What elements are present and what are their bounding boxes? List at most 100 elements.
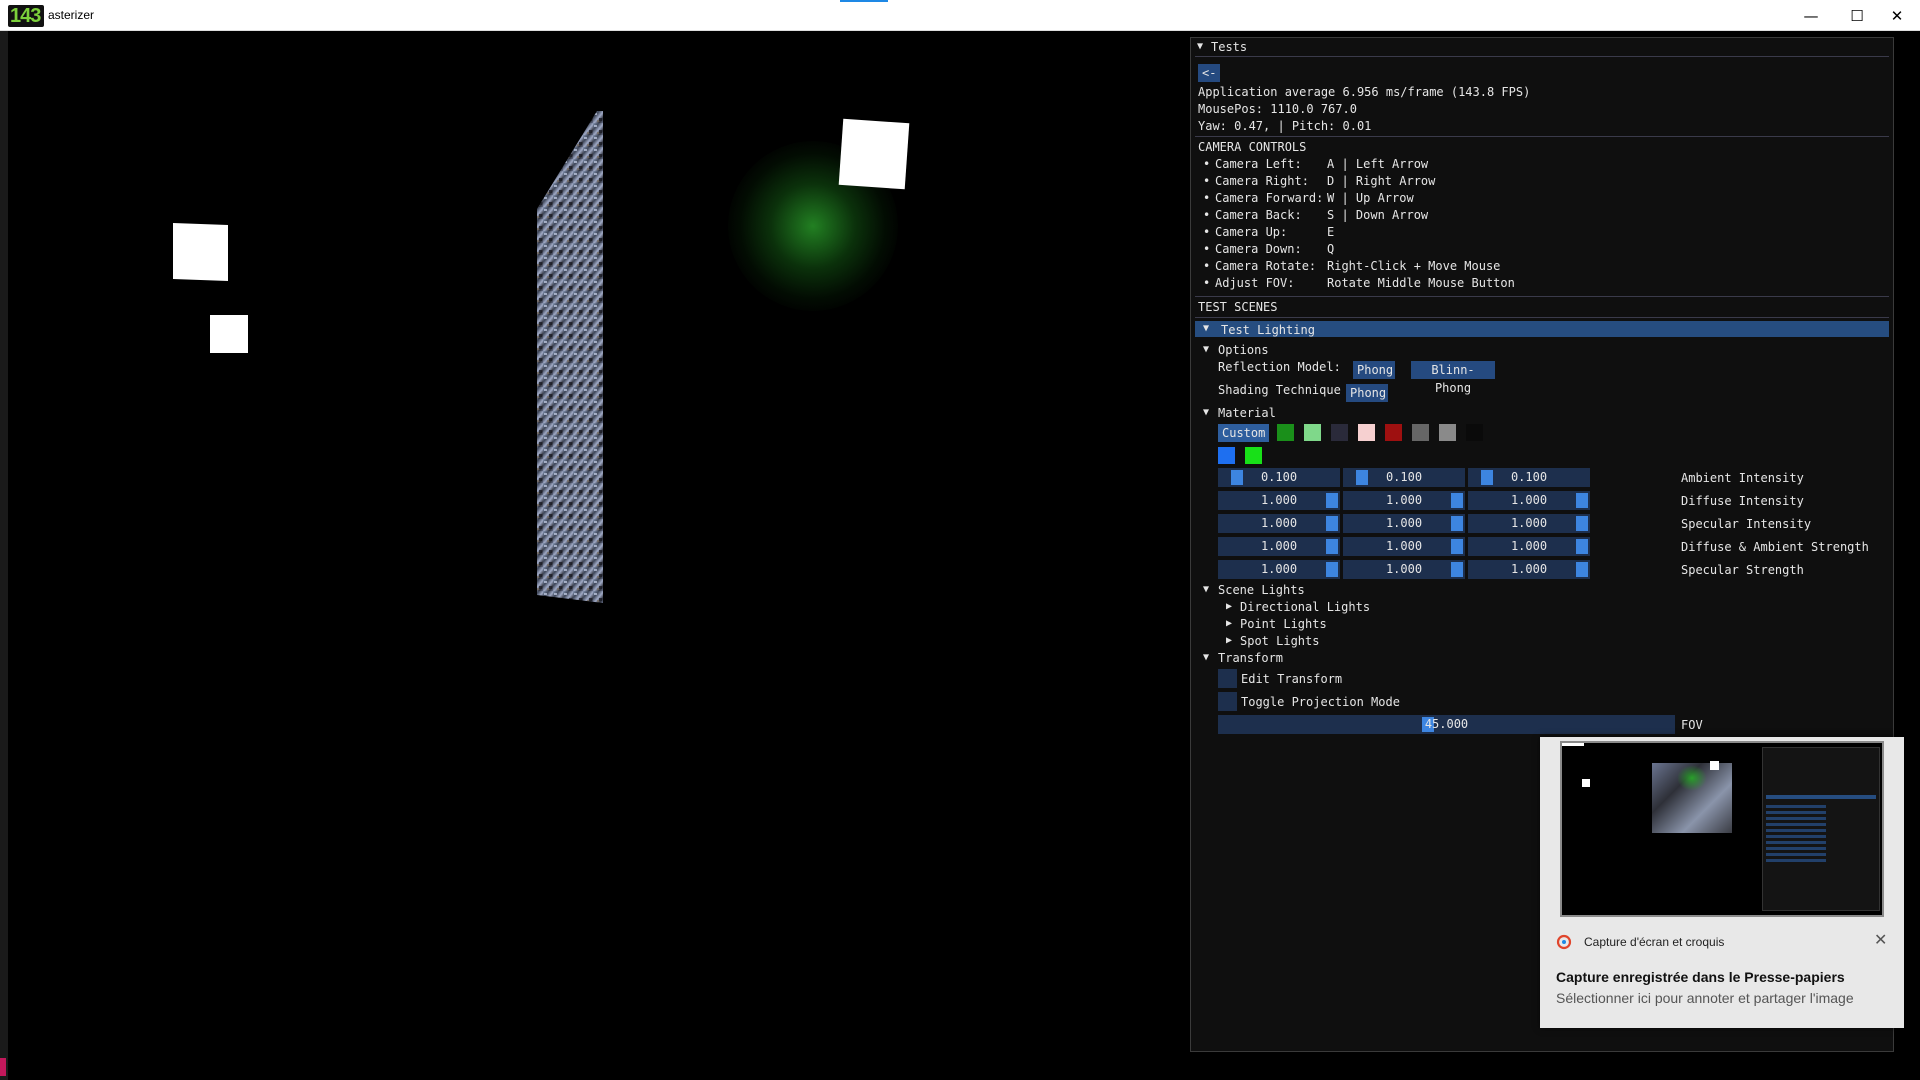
- material-swatch-button[interactable]: [1277, 424, 1294, 441]
- slider-value: 1.000: [1510, 516, 1548, 530]
- material-slider-label: Diffuse Intensity: [1681, 494, 1804, 508]
- camera-controls-title: CAMERA CONTROLS: [1198, 140, 1307, 154]
- collapse-triangle-icon[interactable]: ▼: [1203, 343, 1209, 357]
- material-slider[interactable]: 1.000: [1343, 537, 1465, 556]
- collapse-triangle-icon[interactable]: ▼: [1197, 40, 1203, 54]
- material-slider-label: Ambient Intensity: [1681, 471, 1804, 485]
- slider-value: 0.100: [1260, 470, 1298, 484]
- slider-value: 1.000: [1510, 493, 1548, 507]
- panel-header-title[interactable]: Tests: [1211, 40, 1247, 54]
- material-slider[interactable]: 1.000: [1218, 537, 1340, 556]
- material-slider[interactable]: 1.000: [1468, 514, 1590, 533]
- screenshot-thumbnail[interactable]: [1560, 741, 1884, 917]
- window-titlebar: 143 asterizer — ☐ ✕: [0, 0, 1920, 31]
- reflection-blinn-phong-button[interactable]: Blinn-Phong: [1411, 361, 1495, 395]
- slider-value: 1.000: [1385, 539, 1423, 553]
- material-custom-button[interactable]: Custom: [1218, 424, 1269, 442]
- divider: [1195, 56, 1889, 57]
- snip-notification-toast[interactable]: Capture d'écran et croquis ✕ Capture enr…: [1540, 737, 1904, 1028]
- slider-value: 0.100: [1385, 470, 1423, 484]
- list-item: • Camera Forward: W | Up Arrow: [1203, 191, 1414, 205]
- back-button[interactable]: <-: [1198, 64, 1220, 82]
- titlebar-accent: [840, 0, 888, 2]
- slider-value: 1.000: [1260, 516, 1298, 530]
- list-item: • Camera Right: D | Right Arrow: [1203, 174, 1436, 188]
- fov-label: FOV: [1681, 718, 1703, 732]
- material-slider[interactable]: 0.100: [1343, 468, 1465, 487]
- material-slider[interactable]: 0.100: [1218, 468, 1340, 487]
- material-slider[interactable]: 1.000: [1468, 537, 1590, 556]
- toast-source-app: Capture d'écran et croquis: [1584, 935, 1725, 949]
- material-swatch-button[interactable]: [1218, 447, 1235, 464]
- material-slider[interactable]: 1.000: [1468, 491, 1590, 510]
- material-slider-label: Diffuse & Ambient Strength: [1681, 540, 1869, 554]
- material-swatch-button[interactable]: [1466, 424, 1483, 441]
- collapse-triangle-icon[interactable]: ▼: [1203, 583, 1209, 597]
- toast-subtitle[interactable]: Sélectionner ici pour annoter et partage…: [1556, 990, 1854, 1006]
- list-item: • Camera Back: S | Down Arrow: [1203, 208, 1429, 222]
- mouse-pos-stat: MousePos: 1110.0 767.0: [1198, 102, 1357, 116]
- test-lighting-title[interactable]: Test Lighting: [1221, 323, 1315, 337]
- material-tree-node[interactable]: Material: [1218, 406, 1276, 420]
- fov-value: 45.000: [1424, 717, 1469, 731]
- material-slider[interactable]: 1.000: [1218, 491, 1340, 510]
- directional-lights-tree-node[interactable]: Directional Lights: [1240, 600, 1370, 614]
- expand-triangle-icon[interactable]: ▶: [1226, 600, 1232, 614]
- material-swatch-button[interactable]: [1358, 424, 1375, 441]
- material-swatch-button[interactable]: [1412, 424, 1429, 441]
- projection-mode-checkbox[interactable]: [1218, 692, 1237, 711]
- list-item: • Adjust FOV: Rotate Middle Mouse Button: [1203, 276, 1515, 290]
- material-swatch-button[interactable]: [1331, 424, 1348, 441]
- material-slider[interactable]: 1.000: [1218, 560, 1340, 579]
- transform-tree-node[interactable]: Transform: [1218, 651, 1283, 665]
- material-slider[interactable]: 0.100: [1468, 468, 1590, 487]
- slider-value: 1.000: [1260, 539, 1298, 553]
- material-swatch-button[interactable]: [1304, 424, 1321, 441]
- material-slider[interactable]: 1.000: [1218, 514, 1340, 533]
- edit-transform-checkbox[interactable]: [1218, 669, 1237, 688]
- shading-technique-label: Shading Technique: [1218, 383, 1341, 397]
- expand-triangle-icon[interactable]: ▶: [1226, 634, 1232, 648]
- app-icon: 143: [8, 5, 44, 27]
- toast-title[interactable]: Capture enregistrée dans le Presse-papie…: [1556, 969, 1845, 985]
- material-slider-label: Specular Intensity: [1681, 517, 1812, 531]
- reflection-phong-button[interactable]: Phong: [1353, 361, 1395, 379]
- scene-viewport[interactable]: [8, 31, 1190, 1080]
- options-tree-node[interactable]: Options: [1218, 343, 1269, 357]
- test-scenes-title: TEST SCENES: [1198, 300, 1278, 314]
- edit-transform-label: Edit Transform: [1241, 672, 1343, 686]
- divider: [1195, 317, 1889, 318]
- list-item: • Camera Rotate: Right-Click + Move Mouse: [1203, 259, 1501, 273]
- minimize-button[interactable]: —: [1788, 0, 1834, 31]
- material-swatch-button[interactable]: [1385, 424, 1402, 441]
- slider-value: 0.100: [1510, 470, 1548, 484]
- collapse-triangle-icon[interactable]: ▼: [1203, 651, 1209, 665]
- collapse-triangle-icon[interactable]: ▼: [1203, 406, 1209, 420]
- material-swatch-button[interactable]: [1439, 424, 1456, 441]
- expand-triangle-icon[interactable]: ▶: [1226, 617, 1232, 631]
- light-cube: [173, 223, 228, 281]
- material-slider[interactable]: 1.000: [1343, 560, 1465, 579]
- fps-counter-icon: 143: [10, 5, 41, 27]
- reflection-model-label: Reflection Model:: [1218, 360, 1341, 374]
- list-item: • Camera Down: Q: [1203, 242, 1335, 256]
- material-swatch-button[interactable]: [1245, 447, 1262, 464]
- toast-close-icon[interactable]: ✕: [1874, 930, 1887, 950]
- list-item: • Camera Up: E: [1203, 225, 1335, 239]
- shading-phong-button[interactable]: Phong: [1346, 384, 1388, 402]
- scene-lights-tree-node[interactable]: Scene Lights: [1218, 583, 1305, 597]
- close-button[interactable]: ✕: [1874, 0, 1920, 31]
- material-slider[interactable]: 1.000: [1468, 560, 1590, 579]
- spot-lights-tree-node[interactable]: Spot Lights: [1240, 634, 1319, 648]
- divider: [1195, 136, 1889, 137]
- yaw-pitch-stat: Yaw: 0.47, | Pitch: 0.01: [1198, 119, 1372, 133]
- window-title: asterizer: [48, 8, 95, 22]
- material-slider[interactable]: 1.000: [1343, 514, 1465, 533]
- snipping-tool-icon: [1556, 934, 1572, 950]
- light-cube: [210, 315, 248, 353]
- divider: [1195, 296, 1889, 297]
- material-slider[interactable]: 1.000: [1343, 491, 1465, 510]
- fov-slider[interactable]: 45.000: [1218, 715, 1675, 734]
- point-lights-tree-node[interactable]: Point Lights: [1240, 617, 1327, 631]
- collapse-triangle-icon[interactable]: ▼: [1203, 322, 1209, 336]
